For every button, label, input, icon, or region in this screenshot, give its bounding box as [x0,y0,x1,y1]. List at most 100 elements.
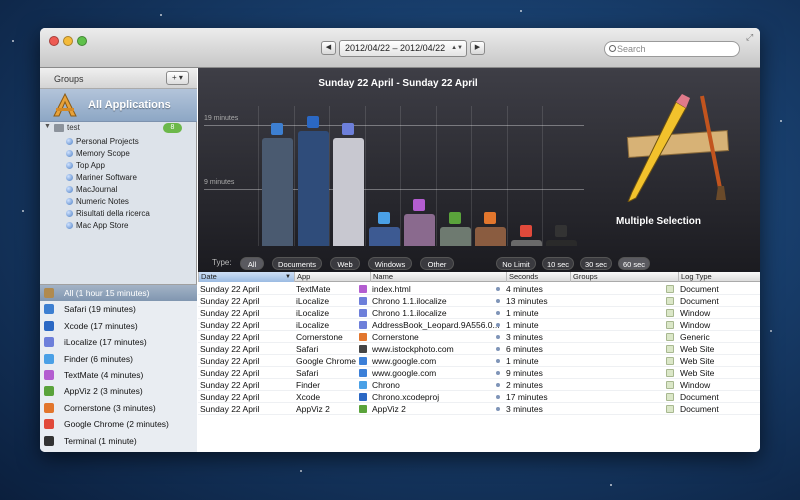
cell-name: www.google.com [372,368,437,378]
cell-name: Chrono.xcodeproj [372,392,440,402]
app-list-item[interactable]: AppViz 2 (3 minutes) [40,383,197,399]
date-range-select[interactable]: 2012/04/22 – 2012/04/22 ▲▼ [339,40,467,57]
table-row[interactable]: Sunday 22 April iLocalize AddressBook_Leop… [198,319,760,331]
app-list-item[interactable]: Terminal (1 minute) [40,433,197,449]
chart-bar[interactable] [475,226,506,246]
column-header-app[interactable]: App [294,272,370,282]
cell-seconds: 17 minutes [506,392,548,402]
limit-filter[interactable]: No Limit [496,257,536,270]
table-row[interactable]: Sunday 22 April AppViz 2 AppViz 2 3 minutes… [198,403,760,415]
cell-app: Safari [296,344,319,354]
cell-name: Cornerstone [372,332,419,342]
group-item[interactable]: Mariner Software [66,172,196,184]
chart-bar[interactable] [333,137,364,246]
column-header-log-type[interactable]: Log Type [678,272,760,282]
chart-bar[interactable] [404,214,435,246]
app-list-item[interactable]: Finder (6 minutes) [40,351,197,367]
column-divider [506,106,508,246]
chart-bar[interactable] [262,137,293,246]
app-list-label: AppViz 2 (3 minutes) [64,386,143,397]
app-list-item[interactable]: All (1 hour 15 minutes) [40,285,197,301]
add-group-label: + ▾ [172,73,183,82]
app-list-item[interactable]: iLocalize (17 minutes) [40,334,197,350]
column-header-name[interactable]: Name [370,272,506,282]
bar-app-icon [377,211,390,224]
duration-dot-icon [496,335,500,339]
table-row[interactable]: Sunday 22 April Xcode Chrono.xcodeproj 17 m… [198,391,760,403]
cell-seconds: 6 minutes [506,344,543,354]
disclosure-triangle-icon[interactable]: ▼ [44,123,51,130]
cell-seconds: 13 minutes [506,296,548,306]
table-row[interactable]: Sunday 22 April Safari www.google.com 9 min… [198,367,760,379]
previous-date-button[interactable]: ◀ [321,41,336,55]
column-header-seconds[interactable]: Seconds [506,272,570,282]
cell-seconds: 1 minute [506,356,539,366]
app-icon [44,337,54,348]
app-list-item[interactable]: Safari (19 minutes) [40,301,197,317]
applications-icon [53,92,77,117]
cell-app: TextMate [296,284,331,294]
next-date-button[interactable]: ▶ [470,41,485,55]
app-list-item[interactable]: TextMate (4 minutes) [40,367,197,383]
gridline [204,188,584,190]
limit-filter[interactable]: 60 sec [618,257,650,270]
group-item[interactable]: Numeric Notes [66,196,196,208]
document-icon [359,393,367,401]
app-icon [44,435,54,446]
type-filter-label: Type: [212,258,232,267]
table-header: Date ▼ App Name Seconds Groups Log Type [198,272,760,282]
date-header-label: Date [201,272,217,281]
column-header-groups[interactable]: Groups [570,272,678,282]
app-list-item[interactable]: Google Chrome (2 minutes) [40,416,197,432]
search-input[interactable]: Search [604,41,740,57]
chart-bar[interactable] [368,226,400,246]
table-row[interactable]: Sunday 22 April TextMate index.html 4 minut… [198,283,760,295]
table-row[interactable]: Sunday 22 April Safari www.istockphoto.com… [198,343,760,355]
chart-bar[interactable] [510,239,542,246]
group-item[interactable]: MacJournal [66,184,196,196]
table-row[interactable]: Sunday 22 April Cornerstone Cornerstone 3 m… [198,331,760,343]
chart-bar[interactable] [546,239,577,246]
group-item[interactable]: Personal Projects [66,136,196,148]
app-list-label: Xcode (17 minutes) [64,320,138,331]
close-window-button[interactable] [49,36,59,46]
group-test[interactable]: ▼ test 8 [40,122,197,134]
table-row[interactable]: Sunday 22 April iLocalize Chrono 1.1.iloca… [198,295,760,307]
group-item[interactable]: Top App [66,160,196,172]
type-filter-documents[interactable]: Documents [272,257,322,270]
fullscreen-icon[interactable]: ⤢ [746,32,753,43]
log-type-icon [666,357,674,365]
type-filter-all[interactable]: All [240,257,264,270]
search-placeholder: Search [617,44,646,54]
zoom-window-button[interactable] [77,36,87,46]
document-icon [359,309,367,317]
type-filter-web[interactable]: Web [330,257,360,270]
add-group-button[interactable]: + ▾ [166,71,189,85]
table-row[interactable]: Sunday 22 April Google Chrome www.google.c… [198,355,760,367]
group-item[interactable]: Risultati della ricerca [66,208,196,220]
table-row[interactable]: Sunday 22 April iLocalize Chrono 1.1.iloca… [198,307,760,319]
app-list-item[interactable]: Cornerstone (3 minutes) [40,400,197,416]
table-row[interactable]: Sunday 22 April Finder Chrono 2 minutes Wind… [198,379,760,391]
app-list-label: iLocalize (17 minutes) [64,337,147,348]
type-filter-other[interactable]: Other [420,257,454,270]
limit-filter[interactable]: 10 sec [542,257,574,270]
cell-app: Xcode [296,392,321,402]
group-item[interactable]: Mac App Store [66,220,196,232]
chart-title: Sunday 22 April - Sunday 22 April [318,78,478,89]
column-header-date[interactable]: Date ▼ [198,272,294,282]
log-type-icon [666,333,674,341]
group-name: test [67,123,80,132]
limit-filter[interactable]: 30 sec [580,257,612,270]
chart-bar[interactable] [297,131,329,246]
star [300,470,302,472]
bar-app-icon [342,122,354,135]
chart-bar[interactable] [439,226,471,246]
all-applications-item[interactable]: All Applications [40,89,197,122]
group-item[interactable]: Memory Scope [66,148,196,160]
group-item-label: Top App [76,161,105,170]
minimize-window-button[interactable] [63,36,73,46]
app-globe-icon [66,162,73,169]
app-list-item[interactable]: Xcode (17 minutes) [40,318,197,334]
type-filter-windows[interactable]: Windows [368,257,412,270]
